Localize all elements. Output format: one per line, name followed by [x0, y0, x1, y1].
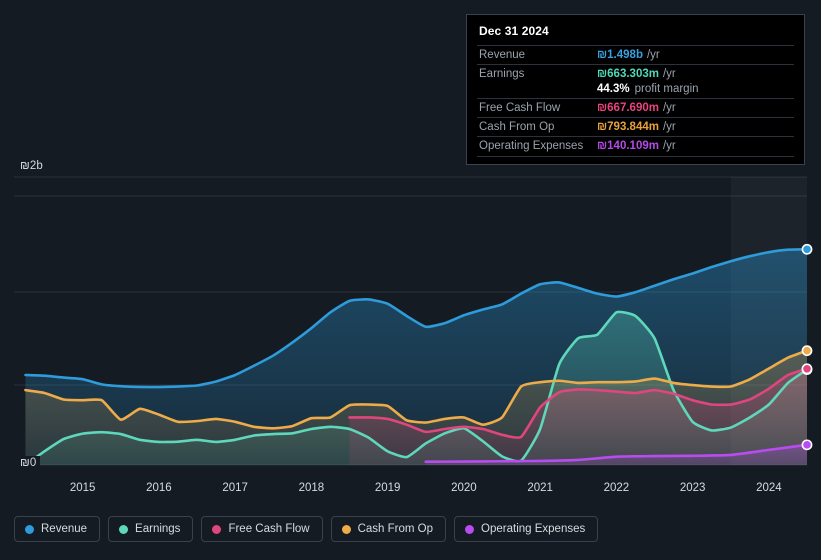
x-tick-2016: 2016: [146, 482, 172, 494]
legend-dot-icon: [465, 524, 475, 534]
x-tick-2017: 2017: [222, 482, 248, 494]
tooltip-row-value: ₪793.844m: [597, 121, 659, 133]
legend-item-cash-from-op[interactable]: Cash From Op: [330, 516, 447, 542]
y-axis-label-top: ₪2b: [14, 159, 47, 173]
endpoint-operating-expenses: [801, 439, 813, 451]
x-tick-2024: 2024: [756, 482, 782, 494]
endpoint-revenue: [801, 243, 813, 255]
x-tick-2015: 2015: [69, 482, 96, 494]
tooltip-row-earnings: Earnings ₪663.303m/yr: [477, 64, 794, 83]
endpoint-free-cash-flow: [801, 363, 813, 375]
legend-dot-icon: [341, 524, 351, 534]
x-tick-2018: 2018: [298, 482, 325, 494]
tooltip-bottom-rule: [477, 156, 794, 158]
x-tick-2022: 2022: [603, 482, 630, 494]
tooltip-row-revenue: Revenue ₪1.498b/yr: [477, 45, 794, 64]
legend-item-label: Earnings: [135, 523, 181, 535]
tooltip-row-free-cash-flow: Free Cash Flow ₪667.690m/yr: [477, 98, 794, 117]
tooltip-row-label: Operating Expenses: [479, 140, 584, 152]
tooltip-date: Dec 31 2024: [479, 24, 549, 38]
tooltip-row-value: ₪140.109m: [597, 140, 659, 152]
legend-item-label: Operating Expenses: [481, 523, 586, 535]
tooltip-row-unit: /yr: [662, 102, 676, 114]
tooltip-row-label: Cash From Op: [479, 121, 555, 133]
tooltip-row-value: ₪663.303m: [597, 68, 659, 80]
tooltip-row-unit: /yr: [646, 49, 660, 61]
tooltip-row-unit: /yr: [662, 121, 676, 133]
tooltip-row-value: ₪1.498b: [597, 49, 643, 61]
x-axis-ticks: 2015 2016 2017 2018 2019 2020 2021 2022 2023 2024: [0, 482, 821, 502]
legend-item-label: Revenue: [41, 523, 88, 535]
legend-item-revenue[interactable]: Revenue: [14, 516, 101, 542]
x-tick-2020: 2020: [451, 482, 477, 494]
chart-screenshot: ₪2b ₪0 2015 2016 2017 2018 2019 2020 2021 2022 2…: [0, 0, 821, 560]
x-tick-2019: 2019: [374, 482, 401, 494]
x-tick-2021: 2021: [527, 482, 553, 494]
y-axis-label-bottom: ₪0: [14, 456, 41, 470]
tooltip-profit-margin-value: 44.3%: [597, 83, 630, 95]
legend-dot-icon: [119, 524, 129, 534]
legend-item-free-cash-flow[interactable]: Free Cash Flow: [201, 516, 323, 542]
tooltip-row-unit: /yr: [662, 140, 676, 152]
legend-dot-icon: [212, 524, 222, 534]
tooltip-row-value: ₪667.690m: [597, 102, 659, 114]
tooltip-row-cash-from-op: Cash From Op ₪793.844m/yr: [477, 117, 794, 136]
chart-tooltip: Dec 31 2024 Revenue ₪1.498b/yr Earnings ₪66…: [466, 14, 805, 165]
tooltip-row-label: Earnings: [479, 68, 525, 80]
tooltip-row-unit: /yr: [662, 68, 676, 80]
chart-legend[interactable]: Revenue Earnings Free Cash Flow Cash From O…: [14, 516, 599, 542]
legend-item-label: Free Cash Flow: [228, 523, 310, 535]
x-tick-2023: 2023: [679, 482, 706, 494]
series-areas: [25, 249, 807, 465]
tooltip-row-label: Free Cash Flow: [479, 102, 561, 114]
legend-item-operating-expenses[interactable]: Operating Expenses: [454, 516, 599, 542]
tooltip-row-profit-margin: 44.3% profit margin: [477, 83, 794, 98]
tooltip-profit-margin-text: profit margin: [634, 83, 699, 95]
tooltip-rows: Revenue ₪1.498b/yr Earnings ₪663.303m/yr 44.…: [477, 45, 794, 155]
legend-dot-icon: [25, 524, 34, 534]
legend-item-label: Cash From Op: [357, 523, 434, 535]
endpoint-cash-from-op: [801, 345, 813, 357]
tooltip-row-operating-expenses: Operating Expenses ₪140.109m/yr: [477, 136, 794, 155]
legend-item-earnings[interactable]: Earnings: [108, 516, 194, 542]
tooltip-row-label: Revenue: [479, 49, 526, 61]
